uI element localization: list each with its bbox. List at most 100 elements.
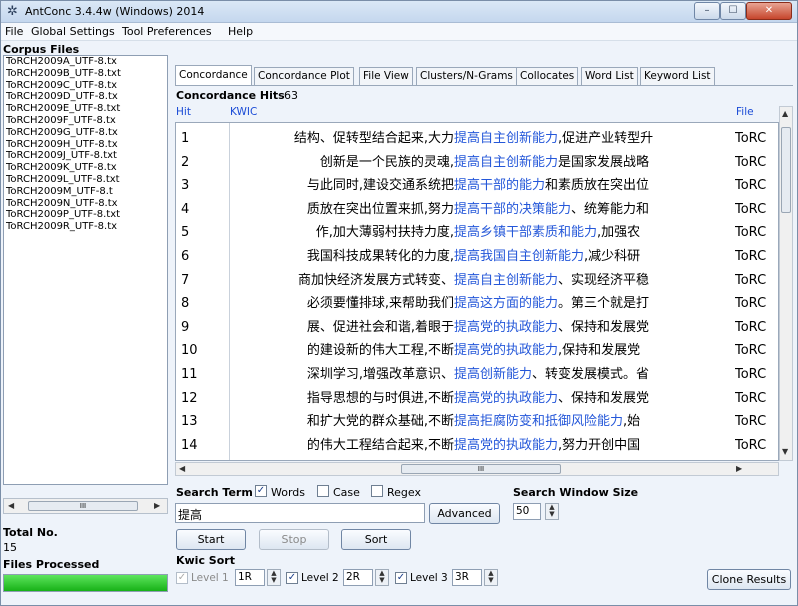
corpus-file-item[interactable]: ToRCH2009M_UTF-8.t — [4, 186, 167, 198]
scroll-up-icon[interactable]: ▲ — [782, 109, 788, 118]
kwic-file-name[interactable]: ToRC — [735, 292, 778, 315]
kwic-node-word[interactable]: 提高党的执政能力 — [454, 391, 558, 406]
level-2-spinner-icon[interactable]: ▲ ▼ — [375, 569, 389, 586]
concordance-row[interactable]: 2 创新是一个民族的灵魂,提高自主创新能力是国家发展战略 ToRC — [176, 151, 778, 174]
kwic-scroll-thumb[interactable]: III — [401, 464, 561, 474]
close-button[interactable]: ✕ — [746, 2, 792, 20]
sort-button[interactable]: Sort — [341, 529, 411, 550]
case-checkbox[interactable] — [317, 485, 329, 497]
corpus-file-item[interactable]: ToRCH2009J_UTF-8.txt — [4, 150, 167, 162]
kwic-node-word[interactable]: 提高党的执政能力 — [454, 343, 558, 358]
clone-results-button[interactable]: Clone Results — [707, 569, 791, 590]
kwic-file-name[interactable]: ToRC — [735, 221, 778, 244]
level-3-checkbox[interactable]: ✓ — [395, 572, 407, 584]
search-term-input[interactable]: 提高 — [175, 503, 425, 523]
concordance-row[interactable]: 12 指导思想的与时俱进,不断提高党的执政能力、保持和发展党 ToRC — [176, 387, 778, 410]
corpus-file-item[interactable]: ToRCH2009A_UTF-8.tx — [4, 56, 167, 68]
regex-checkbox[interactable] — [371, 485, 383, 497]
concordance-row[interactable]: 4 质放在突出位置来抓,努力提高干部的决策能力、统筹能力和 ToRC — [176, 198, 778, 221]
kwic-file-name[interactable]: ToRC — [735, 198, 778, 221]
kwic-file-name[interactable]: ToRC — [735, 387, 778, 410]
tab-file-view[interactable]: File View — [359, 67, 413, 86]
level-2-input[interactable]: 2R — [343, 569, 373, 586]
maximize-button[interactable]: ☐ — [720, 2, 746, 20]
level-3-spinner-icon[interactable]: ▲ ▼ — [484, 569, 498, 586]
corpus-file-item[interactable]: ToRCH2009N_UTF-8.tx — [4, 198, 167, 210]
tab-keyword-list[interactable]: Keyword List — [640, 67, 715, 86]
corpus-file-item[interactable]: ToRCH2009E_UTF-8.txt — [4, 103, 167, 115]
concordance-row[interactable]: 14 的伟大工程结合起来,不断提高党的执政能力,努力开创中国 ToRC — [176, 434, 778, 457]
concordance-row[interactable]: 10 的建设新的伟大工程,不断提高党的执政能力,保持和发展党 ToRC — [176, 339, 778, 362]
kwic-node-word[interactable]: 提高自主创新能力 — [454, 155, 558, 170]
kwic-node-word[interactable]: 提高拒腐防变和抵御风险能力 — [454, 414, 623, 429]
level-3-input[interactable]: 3R — [452, 569, 482, 586]
search-window-size-input[interactable]: 50 — [513, 503, 541, 520]
scroll-right-icon[interactable]: ▶ — [154, 501, 160, 510]
stop-button[interactable]: Stop — [259, 529, 329, 550]
concordance-row[interactable]: 5 作,加大薄弱村扶持力度,提高乡镇干部素质和能力,加强农 ToRC — [176, 221, 778, 244]
menu-file[interactable]: File — [5, 25, 23, 38]
concordance-row[interactable]: 6 我国科技成果转化的力度,提高我国自主创新能力,减少科研 ToRC — [176, 245, 778, 268]
kwic-file-name[interactable]: ToRC — [735, 174, 778, 197]
concordance-row[interactable]: 3 与此同时,建设交通系统把提高干部的能力和素质放在突出位 ToRC — [176, 174, 778, 197]
scroll-left-icon[interactable]: ◀ — [8, 501, 14, 510]
corpus-file-item[interactable]: ToRCH2009P_UTF-8.txt — [4, 209, 167, 221]
corpus-file-item[interactable]: ToRCH2009K_UTF-8.tx — [4, 162, 167, 174]
scroll-down-icon[interactable]: ▼ — [782, 447, 788, 456]
corpus-file-item[interactable]: ToRCH2009F_UTF-8.tx — [4, 115, 167, 127]
concordance-row[interactable]: 7 商加快经济发展方式转变、提高自主创新能力、实现经济平稳 ToRC — [176, 269, 778, 292]
minimize-button[interactable]: – — [694, 2, 720, 20]
kwic-file-name[interactable]: ToRC — [735, 127, 778, 150]
concordance-row[interactable]: 8 必须要懂排球,来帮助我们提高这方面的能力。第三个就是打 ToRC — [176, 292, 778, 315]
level-1-checkbox[interactable]: ✓ — [176, 572, 188, 584]
corpus-scroll-thumb[interactable]: III — [28, 501, 138, 511]
kwic-node-word[interactable]: 提高创新能力 — [454, 367, 532, 382]
corpus-file-item[interactable]: ToRCH2009H_UTF-8.tx — [4, 139, 167, 151]
kwic-node-word[interactable]: 提高这方面的能力 — [454, 296, 558, 311]
kwic-node-word[interactable]: 提高自主创新能力 — [454, 273, 558, 288]
level-1-spinner-icon[interactable]: ▲ ▼ — [267, 569, 281, 586]
tab-clusters-ngrams[interactable]: Clusters/N-Grams — [416, 67, 517, 86]
corpus-file-item[interactable]: ToRCH2009G_UTF-8.tx — [4, 127, 167, 139]
kwic-node-word[interactable]: 提高干部的决策能力 — [454, 202, 571, 217]
level-1-input[interactable]: 1R — [235, 569, 265, 586]
words-checkbox[interactable]: ✓ — [255, 485, 267, 497]
tab-concordance[interactable]: Concordance — [175, 65, 252, 86]
tab-collocates[interactable]: Collocates — [516, 67, 579, 86]
kwic-node-word[interactable]: 提高党的执政能力 — [454, 438, 558, 453]
corpus-file-list[interactable]: ToRCH2009A_UTF-8.tx ToRCH2009B_UTF-8.txt T… — [3, 55, 168, 485]
kwic-node-word[interactable]: 提高我国自主创新能力 — [454, 249, 584, 264]
corpus-file-item[interactable]: ToRCH2009B_UTF-8.txt — [4, 68, 167, 80]
kwic-file-name[interactable]: ToRC — [735, 269, 778, 292]
kwic-file-name[interactable]: ToRC — [735, 151, 778, 174]
kwic-node-word[interactable]: 提高干部的能力 — [454, 178, 545, 193]
concordance-row[interactable]: 9 展、促进社会和谐,着眼于提高党的执政能力、保持和发展党 ToRC — [176, 316, 778, 339]
advanced-button[interactable]: Advanced — [429, 503, 500, 524]
kwic-file-name[interactable]: ToRC — [735, 339, 778, 362]
kwic-scroll-left-icon[interactable]: ◀ — [179, 464, 185, 473]
corpus-file-item[interactable]: ToRCH2009R_UTF-8.tx — [4, 221, 167, 233]
corpus-horizontal-scrollbar[interactable]: ◀ III ▶ — [3, 498, 168, 514]
corpus-file-item[interactable]: ToRCH2009D_UTF-8.tx — [4, 91, 167, 103]
menu-global-settings[interactable]: Global Settings — [31, 25, 115, 38]
window-size-spinner-icon[interactable]: ▲ ▼ — [545, 503, 559, 520]
kwic-scroll-right-icon[interactable]: ▶ — [736, 464, 742, 473]
menu-tool-preferences[interactable]: Tool Preferences — [122, 25, 212, 38]
concordance-row[interactable]: 11 深圳学习,增强改革意识、提高创新能力、转变发展模式。省 ToRC — [176, 363, 778, 386]
corpus-file-item[interactable]: ToRCH2009C_UTF-8.tx — [4, 80, 167, 92]
concordance-row[interactable]: 1 结构、促转型结合起来,大力提高自主创新能力,促进产业转型升 ToRC — [176, 127, 778, 150]
kwic-node-word[interactable]: 提高乡镇干部素质和能力 — [454, 225, 597, 240]
kwic-file-name[interactable]: ToRC — [735, 363, 778, 386]
kwic-file-name[interactable]: ToRC — [735, 316, 778, 339]
menu-help[interactable]: Help — [228, 25, 253, 38]
concordance-vscroll-thumb[interactable] — [781, 127, 791, 213]
corpus-file-item[interactable]: ToRCH2009L_UTF-8.txt — [4, 174, 167, 186]
concordance-vertical-scrollbar[interactable]: ▲ ▼ — [779, 106, 793, 461]
kwic-node-word[interactable]: 提高党的执政能力 — [454, 320, 558, 335]
concordance-horizontal-scrollbar[interactable]: ◀ III ▶ — [175, 462, 779, 476]
tab-word-list[interactable]: Word List — [581, 67, 638, 86]
kwic-file-name[interactable]: ToRC — [735, 410, 778, 433]
kwic-node-word[interactable]: 提高自主创新能力 — [454, 131, 558, 146]
kwic-file-name[interactable]: ToRC — [735, 434, 778, 457]
concordance-results[interactable]: 1 结构、促转型结合起来,大力提高自主创新能力,促进产业转型升 ToRC 2 创新是一个… — [175, 122, 779, 461]
